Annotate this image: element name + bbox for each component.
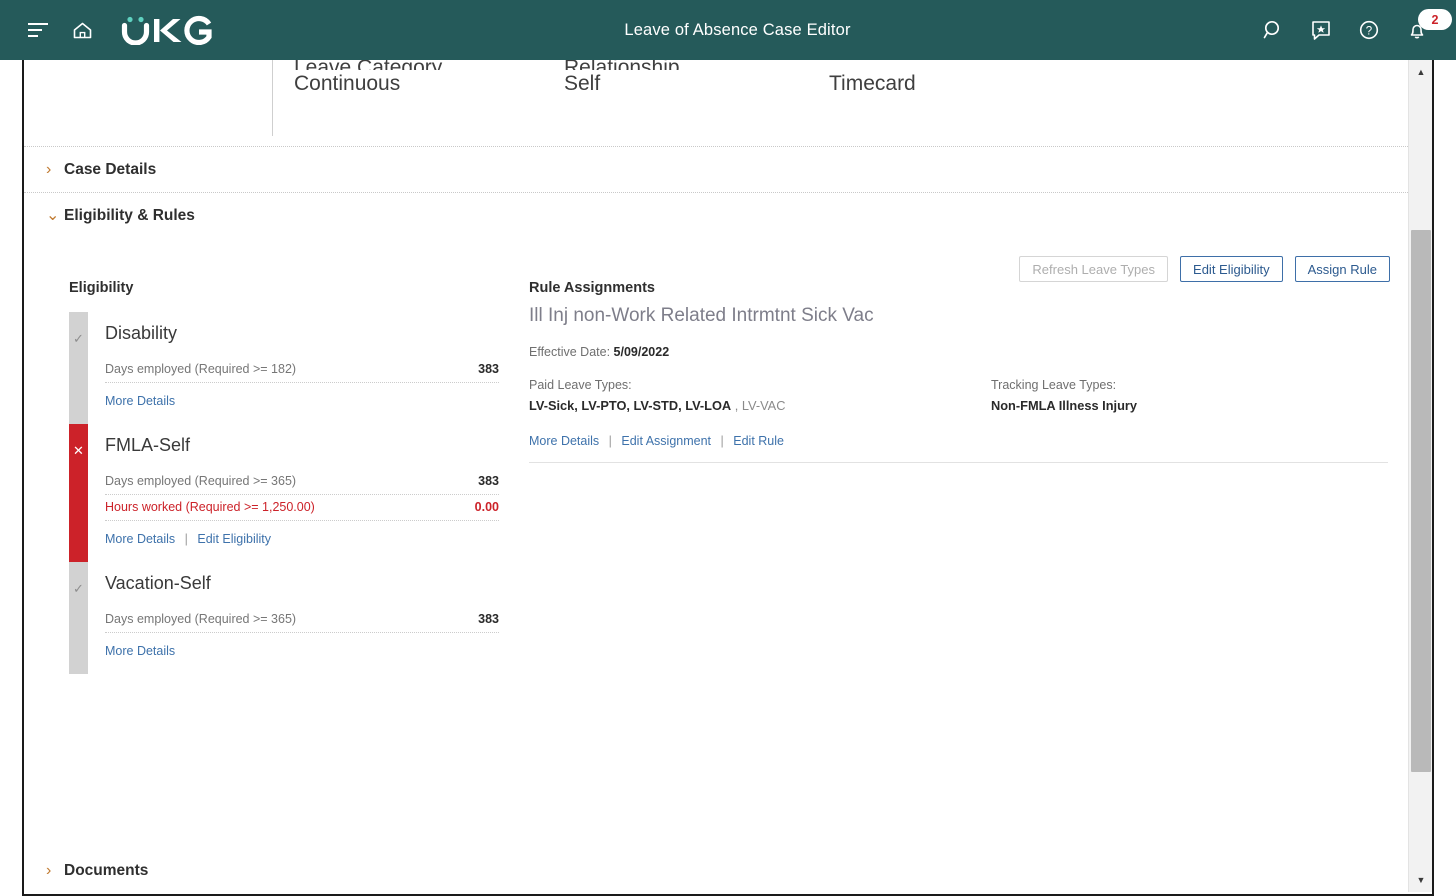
close-x-icon: ✕ <box>73 443 84 458</box>
paid-leave-types-block: Paid Leave Types: LV-Sick, LV-PTO, LV-ST… <box>529 378 991 413</box>
summary-value-self: Self <box>564 72 601 95</box>
eligibility-item-fmla-self[interactable]: ✕ FMLA-Self Days employed (Required >= 3… <box>69 424 499 562</box>
eligibility-criterion: Days employed (Required >= 182) 383 <box>105 357 499 383</box>
link-separator: | <box>184 532 188 546</box>
feedback-star-icon[interactable] <box>1310 19 1332 41</box>
scroll-up-arrow-icon[interactable]: ▲ <box>1409 62 1432 82</box>
ukg-logo[interactable] <box>121 15 213 45</box>
notification-badge: 2 <box>1418 9 1452 30</box>
section-label-eligibility-rules: Eligibility & Rules <box>64 206 195 224</box>
check-icon: ✓ <box>73 331 84 346</box>
status-bar-ok <box>69 312 88 424</box>
criterion-value: 383 <box>478 474 499 488</box>
section-label-documents: Documents <box>64 861 149 879</box>
summary-vertical-divider <box>272 60 273 136</box>
criterion-label: Days employed (Required >= 365) <box>105 474 297 488</box>
summary-value-timecard: Timecard <box>829 72 916 95</box>
criterion-label: Hours worked (Required >= 1,250.00) <box>105 500 315 514</box>
rule-effective-date: Effective Date: 5/09/2022 <box>529 327 1390 359</box>
eligibility-rules-body: Refresh Leave Types Edit Eligibility Ass… <box>24 238 1410 848</box>
paid-leave-types-value: LV-Sick, LV-PTO, LV-STD, LV-LOA , LV-VAC <box>529 398 991 413</box>
eligibility-item-name: Disability <box>105 323 178 343</box>
eligibility-criterion: Days employed (Required >= 365) 383 <box>105 607 499 633</box>
tracking-leave-types-value: Non-FMLA Illness Injury <box>991 398 1137 413</box>
hamburger-menu-icon[interactable] <box>28 22 50 38</box>
edit-eligibility-button[interactable]: Edit Eligibility <box>1180 256 1283 282</box>
section-label-case-details: Case Details <box>64 160 157 178</box>
rule-assignments-title: Rule Assignments <box>529 280 655 296</box>
criterion-value: 383 <box>478 612 499 626</box>
rule-links: More Details | Edit Assignment | Edit Ru… <box>529 413 1390 462</box>
link-separator: | <box>608 434 612 448</box>
app-header-center: Leave of Absence Case Editor <box>213 21 1262 40</box>
page-title: Leave of Absence Case Editor <box>624 20 851 39</box>
chevron-right-icon: › <box>46 861 52 879</box>
more-details-link[interactable]: More Details <box>105 532 175 546</box>
content-frame: Leave Category Relationship Continuous S… <box>22 60 1434 896</box>
eligibility-item-disability[interactable]: ✓ Disability Days employed (Required >= … <box>69 312 499 424</box>
eligibility-item-links: More Details | Edit Eligibility <box>105 521 499 562</box>
eligibility-toolbar: Refresh Leave Types Edit Eligibility Ass… <box>1019 256 1390 282</box>
section-header-documents[interactable]: › Documents <box>24 848 1410 892</box>
eligibility-criterion: Days employed (Required >= 365) 383 <box>105 469 499 495</box>
rule-assignments-column: Rule Assignments Ill Inj non-Work Relate… <box>529 280 1390 463</box>
paid-leave-types-primary: LV-Sick, LV-PTO, LV-STD, LV-LOA <box>529 398 732 413</box>
eligibility-item-vacation-self[interactable]: ✓ Vacation-Self Days employed (Required … <box>69 562 499 674</box>
app-header-right: ? 2 <box>1262 9 1452 41</box>
app-header-left <box>28 15 213 45</box>
eligibility-item-links: More Details <box>105 633 499 674</box>
more-details-link[interactable]: More Details <box>105 644 175 658</box>
eligibility-column: Eligibility ✓ Disability Days employed (… <box>69 280 499 674</box>
eligibility-item-name: FMLA-Self <box>105 435 191 455</box>
app-root: Leave of Absence Case Editor ? 2 Continu… <box>0 0 1456 896</box>
rule-name: Ill Inj non-Work Related Intrmtnt Sick V… <box>529 305 874 326</box>
clipped-label-relationship: Relationship <box>564 60 704 70</box>
eligibility-item-links: More Details <box>105 383 499 424</box>
more-details-link[interactable]: More Details <box>105 394 175 408</box>
effective-date-label: Effective Date: <box>529 345 611 359</box>
effective-date-value: 5/09/2022 <box>613 345 670 359</box>
status-bar-ok <box>69 562 88 674</box>
check-icon: ✓ <box>73 581 84 596</box>
clipped-summary-row: Leave Category Relationship Continuous S… <box>24 60 1410 146</box>
rule-bottom-divider <box>529 462 1388 463</box>
section-header-eligibility-rules[interactable]: ⌄ Eligibility & Rules <box>24 193 1410 238</box>
app-header-bar: Leave of Absence Case Editor ? 2 <box>0 0 1456 60</box>
scrollbar-thumb[interactable] <box>1411 230 1431 772</box>
tracking-leave-types-block: Tracking Leave Types: Non-FMLA Illness I… <box>991 378 1390 413</box>
refresh-leave-types-button[interactable]: Refresh Leave Types <box>1019 256 1169 282</box>
edit-rule-link[interactable]: Edit Rule <box>733 434 784 448</box>
chevron-down-icon: ⌄ <box>46 206 60 224</box>
criterion-value: 0.00 <box>474 500 499 514</box>
rule-leave-types: Paid Leave Types: LV-Sick, LV-PTO, LV-ST… <box>529 359 1390 413</box>
svg-text:?: ? <box>1366 26 1372 38</box>
rule-more-details-link[interactable]: More Details <box>529 434 599 448</box>
paid-leave-types-label: Paid Leave Types: <box>529 378 632 392</box>
notification-bell-icon[interactable]: 2 <box>1406 9 1452 41</box>
paid-leave-types-secondary: , LV-VAC <box>731 398 786 413</box>
edit-assignment-link[interactable]: Edit Assignment <box>621 434 711 448</box>
clipped-label-leave-category: Leave Category <box>294 60 444 70</box>
tracking-leave-types-label: Tracking Leave Types: <box>991 378 1117 392</box>
help-question-icon[interactable]: ? <box>1358 19 1380 41</box>
criterion-value: 383 <box>478 362 499 376</box>
eligibility-criterion-failed: Hours worked (Required >= 1,250.00) 0.00 <box>105 495 499 521</box>
criterion-label: Days employed (Required >= 182) <box>105 362 297 376</box>
link-separator: | <box>720 434 724 448</box>
edit-eligibility-link[interactable]: Edit Eligibility <box>197 532 271 546</box>
assign-rule-button[interactable]: Assign Rule <box>1294 256 1390 282</box>
eligibility-item-name: Vacation-Self <box>105 573 211 593</box>
search-icon[interactable] <box>1262 19 1284 41</box>
section-header-case-details[interactable]: › Case Details <box>24 147 1410 192</box>
scroll-down-arrow-icon[interactable]: ▼ <box>1409 870 1432 890</box>
vertical-scrollbar[interactable]: ▲ ▼ <box>1408 60 1432 892</box>
eligibility-list: ✓ Disability Days employed (Required >= … <box>69 312 499 674</box>
scroll-content: Leave Category Relationship Continuous S… <box>24 60 1410 892</box>
home-icon[interactable] <box>72 21 93 40</box>
summary-value-continuous: Continuous <box>294 72 401 95</box>
eligibility-column-title: Eligibility <box>69 280 134 296</box>
chevron-right-icon: › <box>46 160 52 178</box>
criterion-label: Days employed (Required >= 365) <box>105 612 297 626</box>
